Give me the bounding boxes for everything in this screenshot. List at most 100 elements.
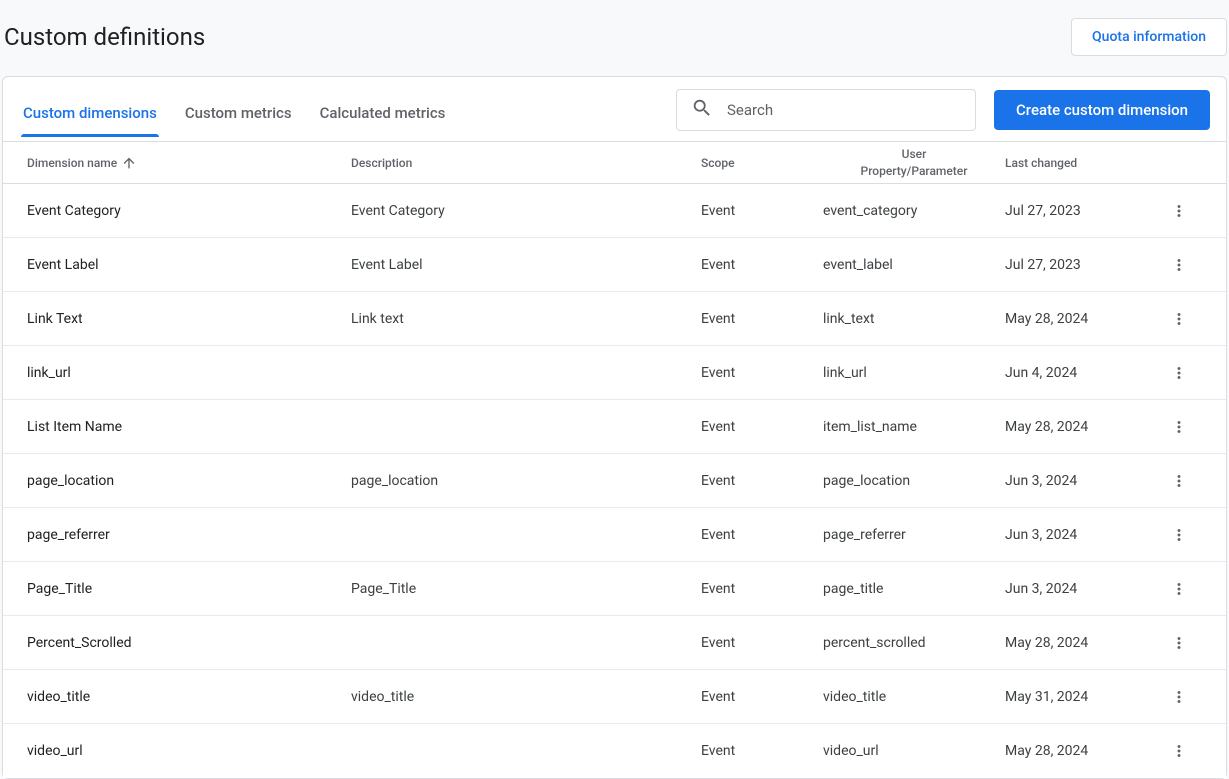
more-actions-button[interactable] <box>1165 197 1193 225</box>
tab-custom-metrics[interactable]: Custom metrics <box>183 94 294 136</box>
cell-dimension-name: Event Category <box>19 203 351 219</box>
cell-scope: Event <box>701 635 823 651</box>
page-header: Custom definitions Quota information <box>0 0 1229 76</box>
table-row: Link TextLink textEventlink_textMay 28, … <box>3 292 1226 346</box>
cell-description: Event Label <box>351 257 701 273</box>
cell-property: event_label <box>823 257 1005 273</box>
column-header-last-changed[interactable]: Last changed <box>1005 156 1165 170</box>
cell-dimension-name: Percent_Scrolled <box>19 635 351 651</box>
table-row: Event LabelEvent LabelEventevent_labelJu… <box>3 238 1226 292</box>
table-row: Page_TitlePage_TitleEventpage_titleJun 3… <box>3 562 1226 616</box>
tab-calculated-metrics[interactable]: Calculated metrics <box>318 94 448 136</box>
cell-actions <box>1165 521 1201 549</box>
more-vert-icon <box>1170 526 1188 544</box>
cell-actions <box>1165 683 1201 711</box>
more-vert-icon <box>1170 364 1188 382</box>
cell-scope: Event <box>701 365 823 381</box>
table-row: video_urlEventvideo_urlMay 28, 2024 <box>3 724 1226 778</box>
tab-custom-dimensions[interactable]: Custom dimensions <box>21 94 159 136</box>
more-vert-icon <box>1170 202 1188 220</box>
cell-dimension-name: Link Text <box>19 311 351 327</box>
cell-dimension-name: video_title <box>19 689 351 705</box>
cell-description: Event Category <box>351 203 701 219</box>
cell-actions <box>1165 359 1201 387</box>
cell-scope: Event <box>701 689 823 705</box>
cell-scope: Event <box>701 257 823 273</box>
table-header-row: Dimension name Description Scope User Pr… <box>3 142 1226 184</box>
cell-dimension-name: Page_Title <box>19 581 351 597</box>
cell-scope: Event <box>701 473 823 489</box>
cell-scope: Event <box>701 527 823 543</box>
column-header-property-line1: User <box>902 146 927 163</box>
cell-last-changed: May 28, 2024 <box>1005 743 1165 759</box>
more-actions-button[interactable] <box>1165 305 1193 333</box>
more-vert-icon <box>1170 688 1188 706</box>
more-vert-icon <box>1170 634 1188 652</box>
table-row: page_referrerEventpage_referrerJun 3, 20… <box>3 508 1226 562</box>
cell-actions <box>1165 467 1201 495</box>
column-header-property[interactable]: User Property/Parameter <box>823 146 1005 180</box>
more-vert-icon <box>1170 742 1188 760</box>
cell-last-changed: Jun 4, 2024 <box>1005 365 1165 381</box>
more-vert-icon <box>1170 472 1188 490</box>
more-actions-button[interactable] <box>1165 467 1193 495</box>
cell-actions <box>1165 305 1201 333</box>
cell-property: percent_scrolled <box>823 635 1005 651</box>
definitions-card: Custom dimensions Custom metrics Calcula… <box>2 76 1227 779</box>
more-actions-button[interactable] <box>1165 413 1193 441</box>
cell-scope: Event <box>701 419 823 435</box>
cell-actions <box>1165 413 1201 441</box>
cell-dimension-name: link_url <box>19 365 351 381</box>
cell-scope: Event <box>701 311 823 327</box>
cell-last-changed: Jul 27, 2023 <box>1005 203 1165 219</box>
cell-actions <box>1165 575 1201 603</box>
column-header-name[interactable]: Dimension name <box>19 155 351 171</box>
cell-property: link_url <box>823 365 1005 381</box>
more-actions-button[interactable] <box>1165 521 1193 549</box>
more-vert-icon <box>1170 256 1188 274</box>
cell-last-changed: May 28, 2024 <box>1005 419 1165 435</box>
column-header-description[interactable]: Description <box>351 156 701 170</box>
cell-property: link_text <box>823 311 1005 327</box>
column-header-name-label: Dimension name <box>27 156 117 170</box>
more-actions-button[interactable] <box>1165 629 1193 657</box>
cell-description: video_title <box>351 689 701 705</box>
more-actions-button[interactable] <box>1165 251 1193 279</box>
cell-description: Link text <box>351 311 701 327</box>
cell-property: page_referrer <box>823 527 1005 543</box>
table-row: List Item NameEventitem_list_nameMay 28,… <box>3 400 1226 454</box>
more-actions-button[interactable] <box>1165 359 1193 387</box>
more-actions-button[interactable] <box>1165 575 1193 603</box>
table-body: Event CategoryEvent CategoryEventevent_c… <box>3 184 1226 778</box>
cell-property: page_title <box>823 581 1005 597</box>
table-row: link_urlEventlink_urlJun 4, 2024 <box>3 346 1226 400</box>
create-custom-dimension-button[interactable]: Create custom dimension <box>994 90 1210 130</box>
cell-scope: Event <box>701 203 823 219</box>
search-box[interactable] <box>676 89 976 131</box>
cell-actions <box>1165 251 1201 279</box>
cell-actions <box>1165 629 1201 657</box>
cell-last-changed: Jun 3, 2024 <box>1005 527 1165 543</box>
search-input[interactable] <box>727 101 961 119</box>
cell-dimension-name: page_referrer <box>19 527 351 543</box>
cell-property: video_url <box>823 743 1005 759</box>
cell-actions <box>1165 737 1201 765</box>
sort-ascending-icon <box>121 155 137 171</box>
column-header-property-line2: Property/Parameter <box>861 163 968 180</box>
cell-scope: Event <box>701 743 823 759</box>
table-row: video_titlevideo_titleEventvideo_titleMa… <box>3 670 1226 724</box>
cell-last-changed: May 31, 2024 <box>1005 689 1165 705</box>
column-header-scope[interactable]: Scope <box>701 156 823 170</box>
more-actions-button[interactable] <box>1165 683 1193 711</box>
cell-property: item_list_name <box>823 419 1005 435</box>
cell-last-changed: Jun 3, 2024 <box>1005 581 1165 597</box>
more-vert-icon <box>1170 580 1188 598</box>
more-actions-button[interactable] <box>1165 737 1193 765</box>
cell-last-changed: May 28, 2024 <box>1005 311 1165 327</box>
more-vert-icon <box>1170 418 1188 436</box>
quota-information-button[interactable]: Quota information <box>1071 18 1227 56</box>
cell-description: page_location <box>351 473 701 489</box>
cell-last-changed: Jun 3, 2024 <box>1005 473 1165 489</box>
table-row: Percent_ScrolledEventpercent_scrolledMay… <box>3 616 1226 670</box>
cell-dimension-name: Event Label <box>19 257 351 273</box>
